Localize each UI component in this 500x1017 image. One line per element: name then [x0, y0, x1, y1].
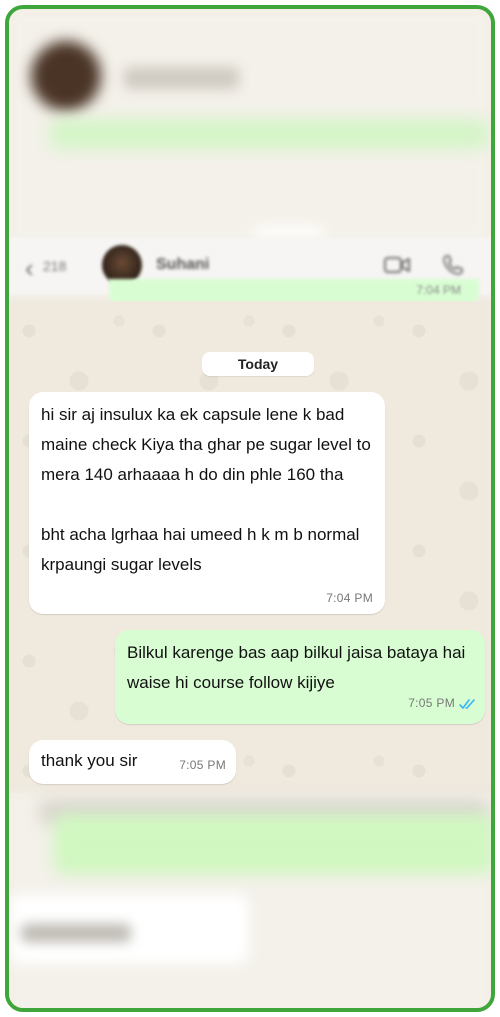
blurred-avatar	[31, 41, 101, 111]
phone-icon[interactable]	[442, 254, 464, 276]
chevron-left-icon[interactable]: ‹	[25, 255, 34, 281]
blurred-name	[124, 67, 239, 89]
message-text: bht acha lgrhaa hai umeed h k m b normal…	[41, 525, 360, 574]
blurred-outgoing-bubble	[54, 814, 491, 874]
back-unread-count[interactable]: 218	[43, 258, 66, 274]
previous-message-time: 7:04 PM	[416, 283, 461, 297]
outgoing-message[interactable]: Bilkul karenge bas aap bilkul jaisa bata…	[115, 630, 485, 724]
blurred-outgoing-bubble	[49, 119, 489, 149]
screenshot-frame: ‹ 218 Suhani 7:04 PM Today hi sir aj ins…	[5, 5, 495, 1012]
incoming-message[interactable]: hi sir aj insulux ka ek capsule lene k b…	[29, 392, 385, 614]
message-text: thank you sir	[41, 751, 138, 770]
incoming-message[interactable]: thank you sir 7:05 PM	[29, 740, 236, 784]
contact-name[interactable]: Suhani	[156, 256, 209, 274]
message-time: 7:05 PM	[179, 758, 226, 772]
blurred-text	[21, 924, 131, 942]
chat-area[interactable]: Today hi sir aj insulux ka ek capsule le…	[9, 301, 491, 793]
message-time: 7:04 PM	[326, 591, 373, 605]
message-text: hi sir aj insulux ka ek capsule lene k b…	[41, 405, 371, 484]
date-separator: Today	[202, 352, 314, 376]
message-time: 7:05 PM	[408, 696, 455, 710]
message-text: Bilkul karenge bas aap bilkul jaisa bata…	[127, 643, 466, 692]
video-call-icon[interactable]	[384, 256, 410, 274]
double-check-icon	[459, 699, 475, 709]
